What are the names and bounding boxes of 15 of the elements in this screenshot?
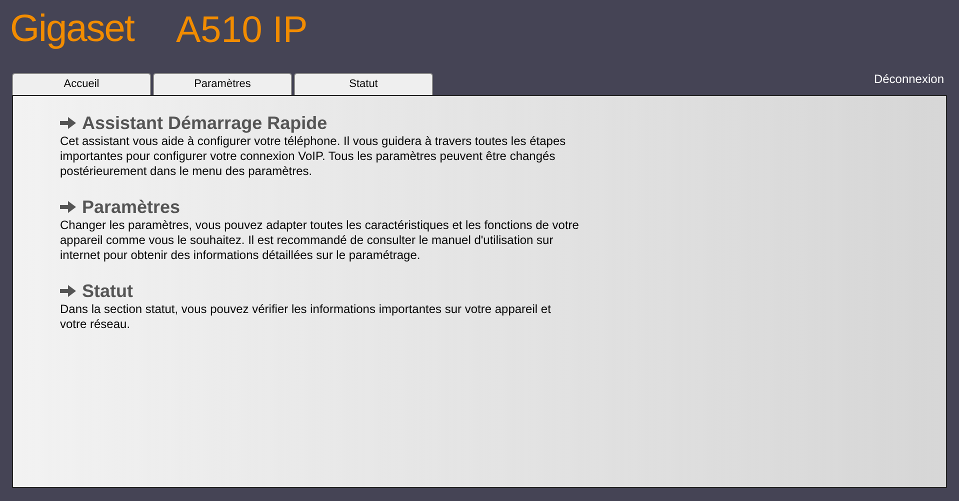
nav-tab[interactable]: Paramètres [153, 73, 292, 95]
nav-tab[interactable]: Statut [294, 73, 433, 95]
section-text: Changer les paramètres, vous pouvez adapter toutes les caractéristiques et les fonctions de votre appareil comme vous le souhaitez. Il est recommandé de consulter le manuel d'utilisation sur internet pour obtenir des informations détaillées sur le paramétrage. [60, 218, 580, 263]
arrow-icon [60, 117, 76, 129]
nav-tab[interactable]: Accueil [12, 73, 151, 95]
section-text: Cet assistant vous aide à configurer votre téléphone. Il vous guidera à travers toutes les étapes importantes pour configurer votre connexion VoIP. Tous les paramètres peuvent être changés postérieurement dans le menu des paramètres. [60, 134, 567, 179]
section-text: Dans la section statut, vous pouvez vérifier les informations importantes sur votre appareil et votre réseau. [60, 302, 552, 332]
section-title: Statut [82, 280, 133, 302]
brand-logo: Gigaset [10, 10, 134, 48]
logout-link[interactable]: Déconnexion [874, 70, 944, 88]
model-title: A510 IP [176, 11, 308, 48]
section-title: Assistant Démarrage Rapide [82, 112, 328, 134]
arrow-icon [60, 201, 76, 213]
section-title: Paramètres [82, 196, 180, 218]
arrow-icon [60, 285, 76, 297]
